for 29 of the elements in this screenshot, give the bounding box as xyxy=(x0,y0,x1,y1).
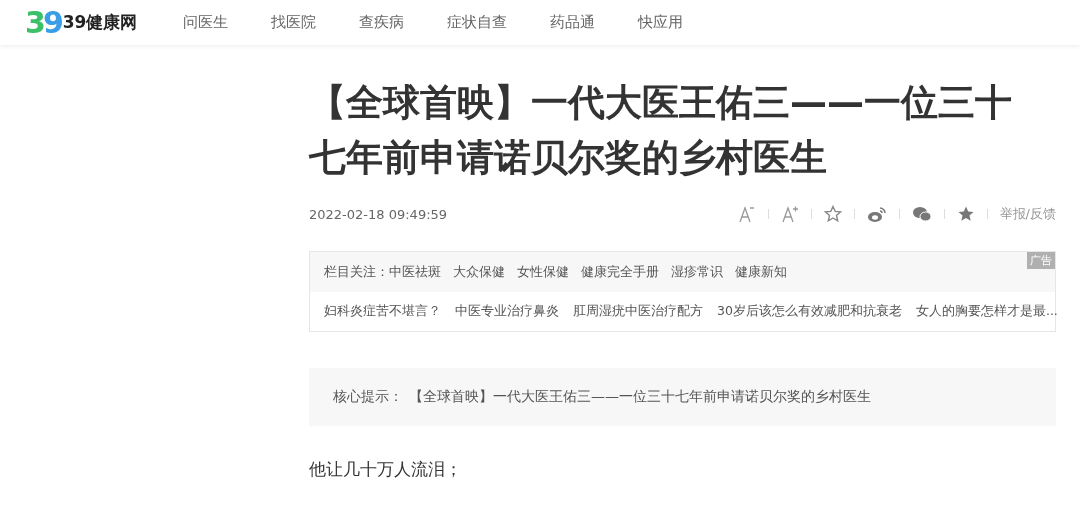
channel-link[interactable]: 健康新知 xyxy=(735,263,787,281)
summary-label: 核心提示： xyxy=(333,388,403,406)
article-link[interactable]: 中医专业治疗鼻炎 xyxy=(455,303,559,320)
article-link[interactable]: 女人的胸要怎样才是最... xyxy=(915,303,1058,320)
nav-link[interactable]: 问医生 xyxy=(183,13,228,32)
channel-link[interactable]: 大众保健 xyxy=(453,263,505,281)
star-icon[interactable] xyxy=(956,205,975,223)
publish-date: 2022-02-18 09:49:59 xyxy=(309,206,448,222)
summary-text: 【全球首映】一代大医王佑三——一位三十七年前申请诺贝尔奖的乡村医生 xyxy=(409,388,871,406)
nav-link[interactable]: 快应用 xyxy=(638,13,683,32)
channel-link[interactable]: 湿疹常识 xyxy=(671,263,723,281)
channel-label: 栏目关注： xyxy=(324,263,389,281)
article-link[interactable]: 肛周湿疣中医治疗配方 xyxy=(573,303,703,320)
star-icon[interactable] xyxy=(823,205,842,223)
font-increase-icon[interactable] xyxy=(780,205,799,223)
channel-link[interactable]: 女性保健 xyxy=(517,263,569,281)
font-decrease-icon[interactable] xyxy=(737,205,756,223)
channel-link[interactable]: 健康完全手册 xyxy=(581,263,659,281)
logo-text[interactable]: 39健康网 xyxy=(62,11,138,34)
nav-link[interactable]: 药品通 xyxy=(550,13,595,32)
article-link[interactable]: 妇科炎症苦不堪言？ xyxy=(324,303,441,320)
ad-label: 广告 xyxy=(1027,252,1055,269)
body-paragraph: 他让几十万人流泪； xyxy=(309,458,463,481)
article-title: 【全球首映】一代大医王佑三——一位三十七年前申请诺贝尔奖的乡村医生 xyxy=(309,80,1013,181)
article-link[interactable]: 30岁后该怎么有效减肥和抗衰老 xyxy=(717,303,902,320)
nav-link[interactable]: 找医院 xyxy=(271,13,316,32)
nav-link[interactable]: 症状自查 xyxy=(447,13,507,32)
channel-link[interactable]: 中医祛斑 xyxy=(389,263,441,281)
nav-link[interactable]: 查疾病 xyxy=(359,13,404,32)
